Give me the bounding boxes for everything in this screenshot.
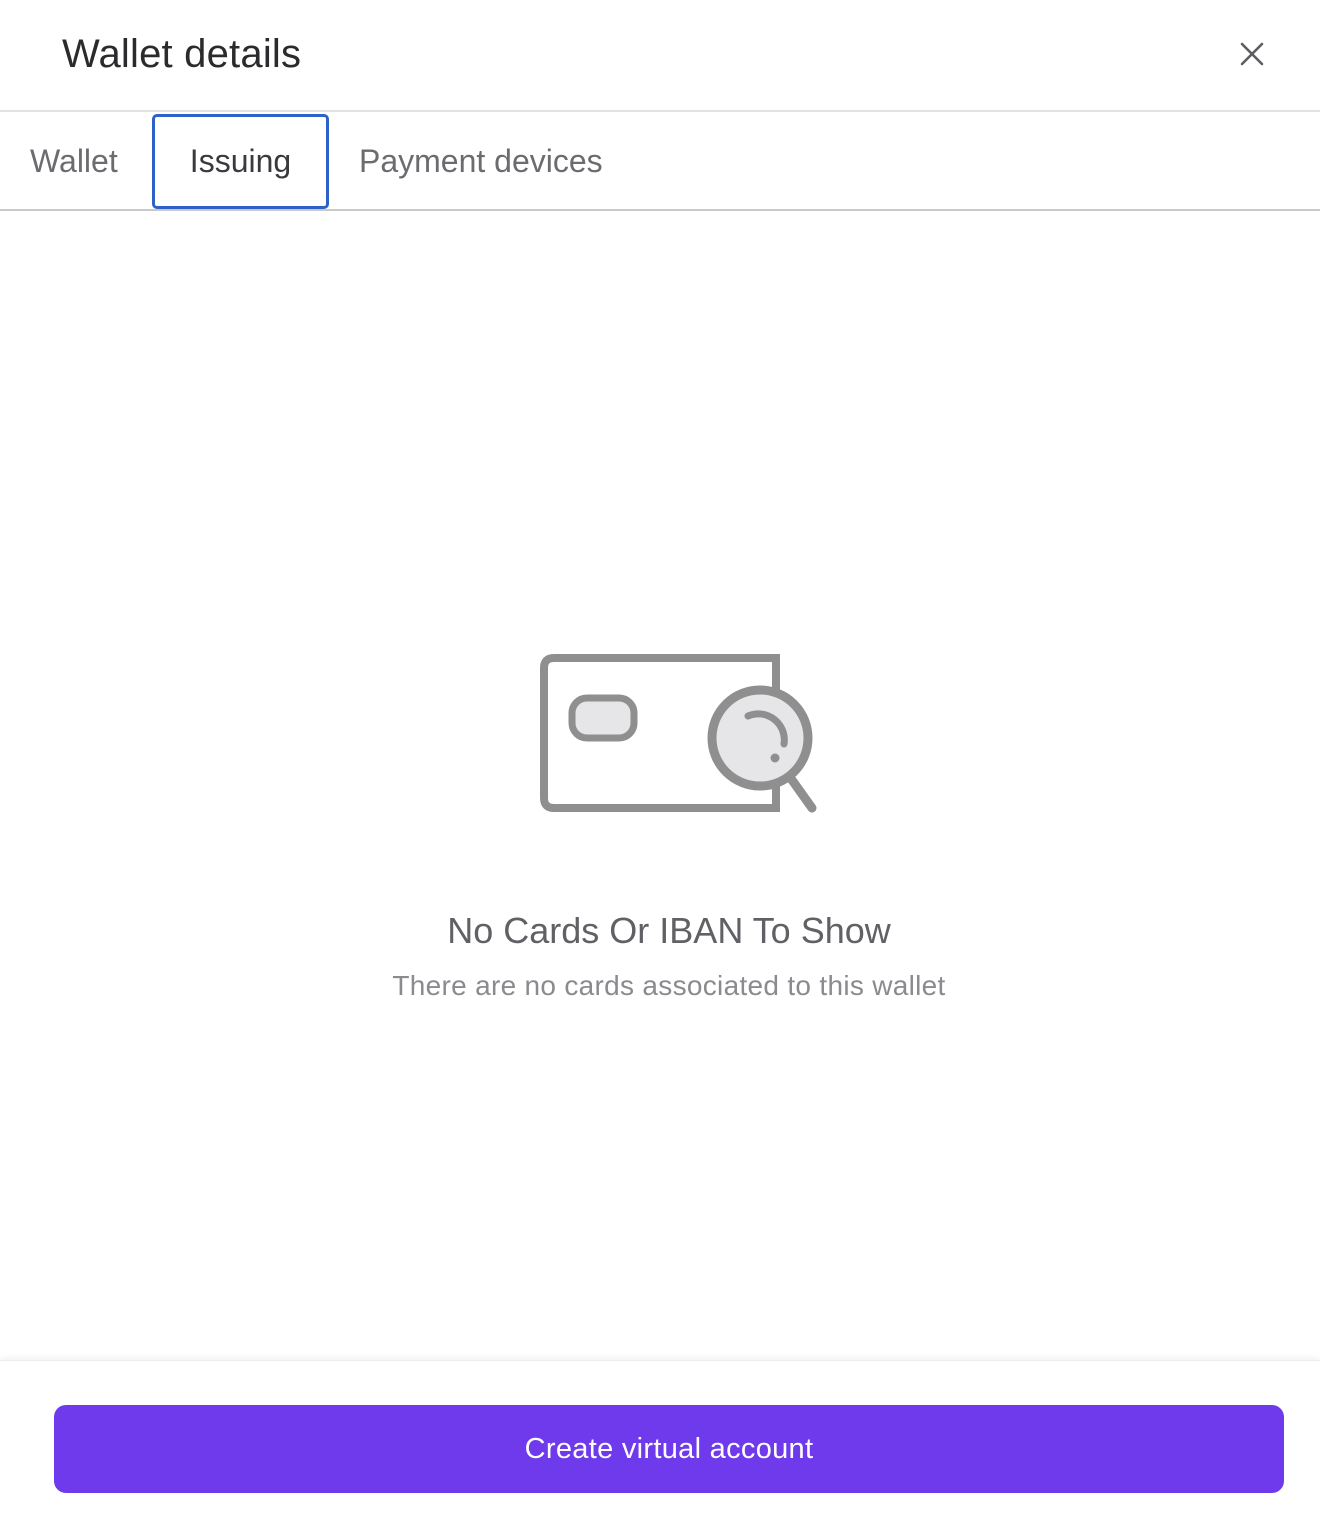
wallet-details-panel: Wallet details Wallet Issuing Payment de…: [0, 0, 1320, 1520]
panel-header: Wallet details: [0, 0, 1320, 112]
empty-state-title: No Cards Or IBAN To Show: [447, 910, 891, 951]
empty-state-subtitle: There are no cards associated to this wa…: [392, 970, 946, 1001]
tab-wallet[interactable]: Wallet: [30, 114, 118, 209]
close-icon: [1240, 42, 1264, 66]
create-virtual-account-button[interactable]: Create virtual account: [54, 1405, 1284, 1493]
close-button[interactable]: [1232, 34, 1272, 74]
panel-footer: Create virtual account: [0, 1360, 1320, 1520]
page-title: Wallet details: [62, 32, 302, 76]
tab-payment-devices[interactable]: Payment devices: [359, 114, 603, 209]
card-search-icon: [540, 654, 817, 813]
tab-issuing[interactable]: Issuing: [152, 114, 329, 209]
tab-bar: Wallet Issuing Payment devices: [0, 112, 1320, 211]
